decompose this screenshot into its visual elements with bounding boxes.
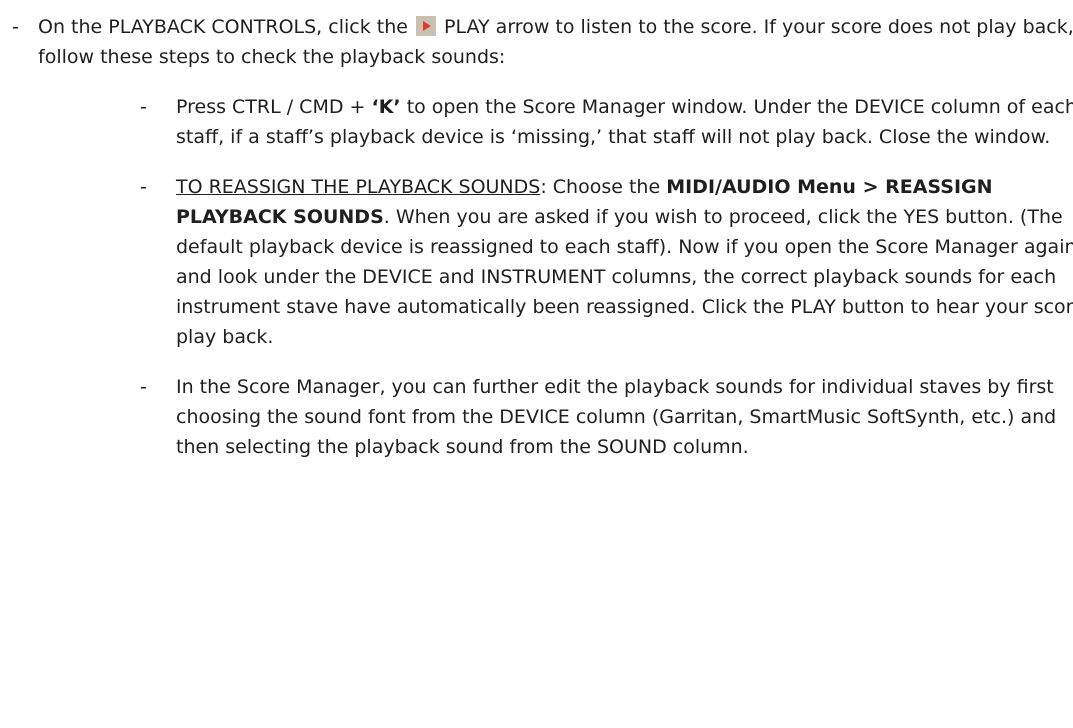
- list-item-score-manager-check: - Press CTRL / CMD + ‘K’ to open the Sco…: [140, 92, 1073, 152]
- play-arrow-icon: [415, 16, 436, 36]
- bullet-dash: -: [140, 96, 147, 118]
- paragraph-reassign-sounds: TO REASSIGN THE PLAYBACK SOUNDS: Choose …: [176, 172, 1073, 352]
- paragraph-score-manager-check: Press CTRL / CMD + ‘K’ to open the Score…: [176, 92, 1073, 152]
- shortcut-key: ‘K’: [371, 96, 401, 118]
- paragraph-edit-sounds: In the Score Manager, you can further ed…: [176, 376, 1057, 458]
- list-item-playback-controls: - On the PLAYBACK CONTROLS, click the PL…: [6, 12, 1073, 72]
- item3-text-a: : Choose the: [540, 176, 667, 198]
- bullet-dash: -: [12, 16, 19, 38]
- document-page: - On the PLAYBACK CONTROLS, click the PL…: [0, 0, 1073, 728]
- bullet-dash: -: [140, 376, 147, 398]
- item1-text-a: On the PLAYBACK CONTROLS, click the: [38, 16, 408, 38]
- list-item-edit-sounds: - In the Score Manager, you can further …: [140, 372, 1073, 462]
- bullet-dash: -: [140, 176, 147, 198]
- section-heading-reassign: TO REASSIGN THE PLAYBACK SOUNDS: [176, 176, 541, 198]
- item2-text-a: Press CTRL / CMD +: [176, 96, 372, 118]
- paragraph-playback-controls: On the PLAYBACK CONTROLS, click the PLAY…: [38, 12, 1073, 72]
- list-item-reassign-sounds: - TO REASSIGN THE PLAYBACK SOUNDS: Choos…: [140, 172, 1073, 352]
